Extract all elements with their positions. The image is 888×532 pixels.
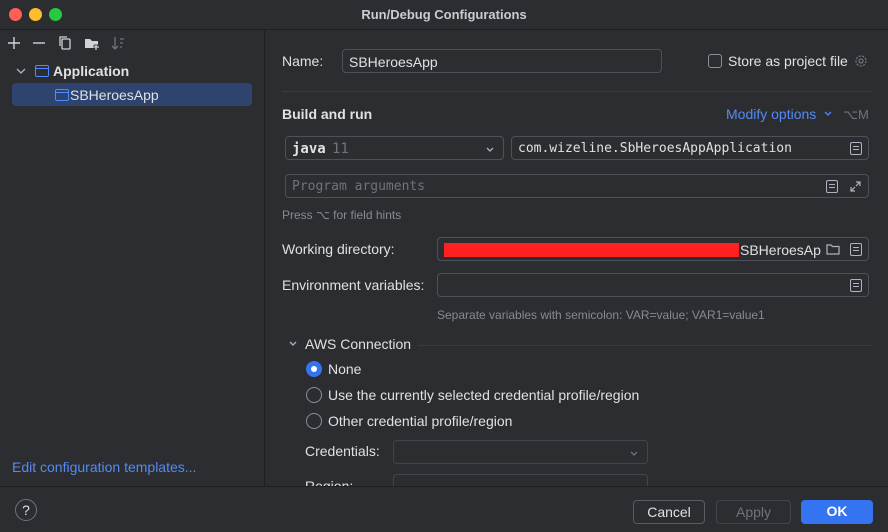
- help-button[interactable]: ?: [15, 499, 37, 521]
- name-value: SBHeroesApp: [349, 54, 438, 70]
- region-label: Region:: [305, 478, 354, 486]
- move-into-folder-button[interactable]: [83, 34, 101, 52]
- macro-icon[interactable]: [850, 243, 862, 256]
- name-field[interactable]: SBHeroesApp: [342, 49, 662, 73]
- maximize-icon[interactable]: [849, 180, 862, 193]
- chevron-down-icon[interactable]: [15, 65, 27, 77]
- copy-configuration-button[interactable]: [56, 34, 74, 52]
- browse-icon[interactable]: [850, 142, 862, 155]
- apply-button[interactable]: Apply: [716, 500, 791, 524]
- aws-other-profile-label[interactable]: Other credential profile/region: [328, 413, 512, 429]
- chevron-down-icon: [630, 451, 638, 456]
- program-arguments-placeholder: Program arguments: [292, 179, 426, 194]
- jdk-version: 11: [332, 141, 349, 157]
- copy-icon: [59, 36, 71, 50]
- application-icon: [35, 65, 49, 77]
- working-directory-value: SBHeroesAp: [740, 242, 821, 258]
- chevron-down-icon[interactable]: [288, 339, 298, 349]
- separator: [282, 91, 872, 92]
- main-class-field[interactable]: com.wizeline.SbHeroesAppApplication: [511, 136, 869, 160]
- name-label: Name:: [282, 53, 324, 69]
- window-title: Run/Debug Configurations: [361, 7, 527, 22]
- modify-options-shortcut: ⌥M: [843, 107, 869, 122]
- chevron-down-icon: [486, 147, 494, 152]
- redaction-bar: [444, 243, 739, 257]
- ok-button[interactable]: OK: [801, 500, 873, 524]
- aws-connection-title[interactable]: AWS Connection: [305, 336, 411, 352]
- edit-env-icon[interactable]: [850, 279, 862, 292]
- add-configuration-button[interactable]: [5, 34, 23, 52]
- aws-other-profile-radio[interactable]: [306, 413, 322, 429]
- expand-editor-icon[interactable]: [826, 180, 838, 193]
- aws-none-label[interactable]: None: [328, 361, 361, 377]
- gear-icon[interactable]: [853, 53, 869, 69]
- new-folder-icon: [85, 39, 99, 50]
- dialog-footer: ? Cancel Apply OK: [0, 486, 888, 532]
- separator: [418, 345, 872, 346]
- region-select[interactable]: [393, 474, 648, 486]
- title-bar: Run/Debug Configurations: [0, 0, 888, 30]
- field-hint: Press ⌥ for field hints: [282, 208, 402, 222]
- modify-options-link[interactable]: Modify options: [726, 106, 816, 122]
- configurations-sidebar: Application SBHeroesApp Edit configurati…: [0, 30, 265, 486]
- aws-current-profile-radio[interactable]: [306, 387, 322, 403]
- aws-none-radio[interactable]: [306, 361, 322, 377]
- tree-item-sbheroesapp[interactable]: SBHeroesApp: [0, 84, 264, 106]
- remove-configuration-button[interactable]: [30, 34, 48, 52]
- tree-group-application[interactable]: Application: [0, 60, 264, 82]
- environment-variables-field[interactable]: [437, 273, 869, 297]
- folder-icon[interactable]: [826, 243, 840, 255]
- working-directory-label: Working directory:: [282, 241, 395, 257]
- build-run-title: Build and run: [282, 106, 373, 122]
- edit-templates-link[interactable]: Edit configuration templates...: [12, 459, 196, 475]
- plus-icon: [8, 37, 20, 49]
- credentials-select[interactable]: [393, 440, 648, 464]
- main-class-value: com.wizeline.SbHeroesAppApplication: [518, 141, 792, 156]
- aws-current-profile-label[interactable]: Use the currently selected credential pr…: [328, 387, 639, 403]
- store-project-checkbox[interactable]: [708, 54, 722, 68]
- application-config-icon: [55, 89, 69, 101]
- minus-icon: [33, 42, 45, 44]
- store-project-label[interactable]: Store as project file: [728, 53, 848, 69]
- working-directory-field[interactable]: SBHeroesAp: [437, 237, 869, 261]
- environment-variables-label: Environment variables:: [282, 277, 425, 293]
- tree-item-label: SBHeroesApp: [70, 87, 159, 103]
- cancel-button[interactable]: Cancel: [633, 500, 705, 524]
- program-arguments-field[interactable]: Program arguments: [285, 174, 869, 198]
- chevron-down-icon[interactable]: [823, 109, 833, 119]
- sort-icon: [111, 37, 124, 50]
- environment-variables-hint: Separate variables with semicolon: VAR=v…: [437, 308, 765, 322]
- jdk-select[interactable]: java 11: [285, 136, 504, 160]
- sort-configurations-button[interactable]: [109, 34, 127, 52]
- tree-group-label: Application: [53, 63, 130, 79]
- jdk-name: java: [292, 141, 326, 157]
- configuration-form: Name: SBHeroesApp Store as project file …: [266, 30, 888, 486]
- credentials-label: Credentials:: [305, 443, 380, 459]
